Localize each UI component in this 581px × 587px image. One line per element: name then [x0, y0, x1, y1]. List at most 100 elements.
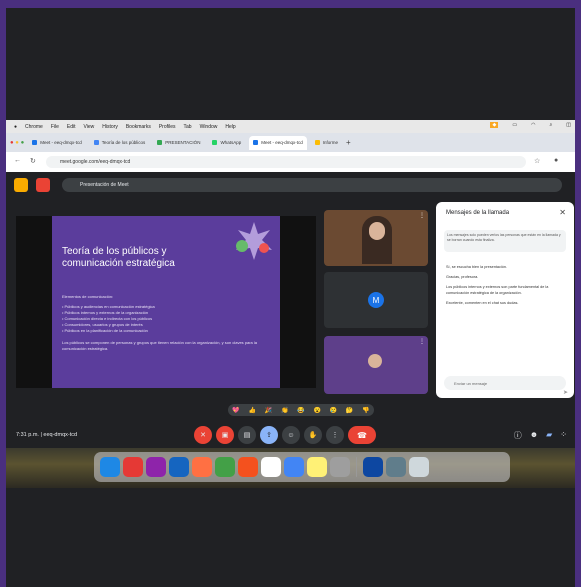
slide-subtitle: Elementos de comunicación: — [62, 294, 114, 299]
favicon-icon — [314, 140, 320, 145]
reload-icon[interactable]: ↻ — [30, 157, 36, 165]
mac-menu-bar: ● Chrome File Edit View History Bookmark… — [6, 120, 575, 133]
photos-icon[interactable] — [192, 457, 212, 477]
excel-icon[interactable] — [215, 457, 235, 477]
reaction-emoji[interactable]: 😂 — [297, 407, 304, 414]
menu-file[interactable]: File — [51, 124, 59, 130]
menu-help[interactable]: Help — [225, 124, 235, 130]
present-button[interactable]: ⇪ — [260, 426, 278, 444]
camera-button[interactable]: ▣ — [216, 426, 234, 444]
browser-tab[interactable]: PRESENTACIÓN — [153, 136, 204, 150]
finder-icon[interactable] — [100, 457, 120, 477]
reaction-emoji[interactable]: 🎉 — [265, 407, 272, 414]
address-bar: ← ↻ meet.google.com/eeq-dmqx-tcd ☆ ● — [6, 152, 575, 172]
menu-profiles[interactable]: Profiles — [159, 124, 176, 130]
side-controls: ⓘ ☻ ▰ ⁘ — [514, 430, 567, 441]
browser-tab-active[interactable]: Meet - eeq-dmqx-tcd — [249, 135, 307, 150]
reaction-bar: 💖 👍 🎉 👏 😂 😮 😢 🤔 👎 — [228, 404, 374, 416]
downloads-icon[interactable] — [386, 457, 406, 477]
leave-call-button[interactable]: ☎ — [348, 426, 376, 444]
meeting-clock: 7:31 p.m. | eeq-dmqx-tcd — [16, 432, 78, 438]
reaction-emoji[interactable]: 💖 — [232, 407, 239, 414]
wifi-icon[interactable]: ◠ — [531, 122, 535, 128]
browser-tab[interactable]: Informe — [311, 136, 342, 150]
menu-bookmarks[interactable]: Bookmarks — [126, 124, 151, 130]
participant-tile[interactable]: ⋮ — [324, 336, 428, 394]
profile-icon[interactable]: ● — [554, 157, 558, 164]
more-options-icon[interactable]: ⋮ — [419, 212, 425, 219]
trash-icon[interactable] — [409, 457, 429, 477]
chrome-icon[interactable] — [284, 457, 304, 477]
reaction-emoji[interactable]: 👍 — [249, 407, 256, 414]
browser-tab[interactable]: Teoría de los públicos — [90, 136, 150, 150]
chat-title: Mensajes de la llamada — [446, 210, 510, 216]
chat-messages: Sí, se escucha bien la presentación. Gra… — [446, 264, 564, 310]
people-icon[interactable]: ☻ — [530, 430, 538, 441]
apple-icon[interactable]: ● — [14, 124, 17, 130]
notes-icon[interactable] — [307, 457, 327, 477]
presentation-title-bar[interactable]: Presentación de Meet — [62, 178, 562, 192]
favicon-icon — [253, 140, 259, 145]
record-icon[interactable] — [36, 178, 50, 192]
chat-message: Sí, se escucha bien la presentación. — [446, 265, 507, 269]
chat-message: Excelente, comenten en el chat sus dudas… — [446, 301, 519, 305]
menu-edit[interactable]: Edit — [67, 124, 76, 130]
star-icon[interactable]: ☆ — [534, 157, 540, 165]
slide-footer: Los públicos se componen de personas y g… — [62, 340, 258, 351]
menu-history[interactable]: History — [102, 124, 118, 130]
participant-face — [368, 354, 382, 368]
reaction-emoji[interactable]: 😢 — [330, 407, 337, 414]
browser-tab[interactable]: Meet - eeq-dmqx-tcd — [28, 136, 86, 150]
back-icon[interactable]: ← — [14, 157, 21, 164]
top-black-area — [6, 8, 575, 118]
meet-logo-icon — [14, 178, 28, 192]
close-icon[interactable]: ✕ — [559, 208, 566, 217]
favicon-icon — [93, 140, 99, 145]
app-icon[interactable] — [146, 457, 166, 477]
chat-icon[interactable]: ▰ — [546, 430, 552, 441]
launchpad-icon[interactable] — [123, 457, 143, 477]
raise-hand-button[interactable]: ✋ — [304, 426, 322, 444]
battery-icon[interactable]: ▭ — [512, 122, 517, 128]
meet-controls: 7:31 p.m. | eeq-dmqx-tcd ✕ ▣ ▤ ⇪ ☺ ✋ ⋮ ☎… — [6, 422, 575, 448]
word-icon[interactable] — [169, 457, 189, 477]
search-icon[interactable]: ⌕ — [549, 122, 552, 128]
preview-icon[interactable] — [363, 457, 383, 477]
slide-list-item: • Públicos en la planificación de la com… — [62, 328, 148, 333]
menu-tab[interactable]: Tab — [184, 124, 192, 130]
screen-frame: ● Chrome File Edit View History Bookmark… — [6, 8, 575, 587]
url-input[interactable]: meet.google.com/eeq-dmqx-tcd — [46, 156, 526, 168]
reaction-emoji[interactable]: 😮 — [313, 407, 320, 414]
captions-button[interactable]: ▤ — [238, 426, 256, 444]
menu-window[interactable]: Window — [200, 124, 218, 130]
participant-tile[interactable]: ⋮ — [324, 210, 428, 266]
meet-top-bar: Presentación de Meet — [12, 178, 567, 194]
chat-input[interactable]: Enviar un mensaje — [444, 376, 566, 390]
powerpoint-icon[interactable] — [238, 457, 258, 477]
mac-dock — [94, 452, 510, 482]
chat-message: Los públicos internos y externos son par… — [446, 285, 549, 295]
reaction-emoji[interactable]: 👎 — [362, 407, 369, 414]
calendar-icon[interactable] — [261, 457, 281, 477]
more-options-button[interactable]: ⋮ — [326, 426, 344, 444]
info-icon[interactable]: ⓘ — [514, 430, 522, 441]
activities-icon[interactable]: ⁘ — [560, 430, 567, 441]
favicon-icon — [157, 140, 163, 145]
reaction-emoji[interactable]: 👏 — [281, 407, 288, 414]
status-icon[interactable]: ◆ — [490, 122, 499, 128]
mic-button[interactable]: ✕ — [194, 426, 212, 444]
new-tab-icon[interactable]: + — [346, 138, 351, 147]
menu-view[interactable]: View — [84, 124, 95, 130]
control-center-icon[interactable]: ◫ — [566, 122, 571, 128]
reaction-emoji[interactable]: 🤔 — [346, 407, 353, 414]
participant-tile[interactable]: M — [324, 272, 428, 328]
window-controls[interactable]: ● ● ● — [10, 140, 24, 146]
more-options-icon[interactable]: ⋮ — [419, 338, 425, 345]
settings-icon[interactable] — [330, 457, 350, 477]
favicon-icon — [32, 140, 38, 145]
send-icon[interactable]: ➤ — [563, 389, 568, 396]
presentation-area[interactable]: Teoría de los públicos y comunicación es… — [16, 216, 316, 388]
menu-chrome[interactable]: Chrome — [25, 124, 43, 130]
browser-tab[interactable]: WhatsApp — [208, 136, 245, 150]
emoji-button[interactable]: ☺ — [282, 426, 300, 444]
